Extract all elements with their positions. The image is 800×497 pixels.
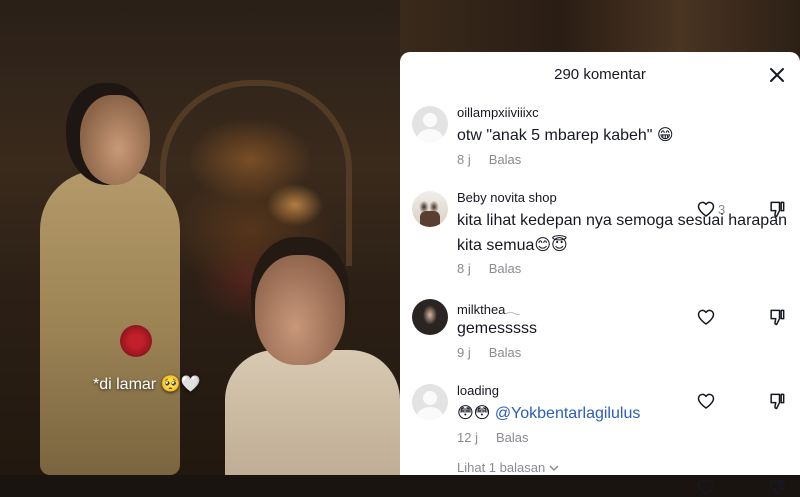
reply-button[interactable]: Balas: [496, 430, 529, 445]
comments-count-title: 290 komentar: [554, 66, 646, 83]
comment-time: 12 j: [457, 430, 478, 445]
heart-icon[interactable]: [696, 477, 716, 497]
rose: [120, 325, 152, 357]
close-icon: [770, 68, 784, 82]
close-button[interactable]: [766, 64, 788, 86]
view-replies-button[interactable]: Lihat 1 balasan: [457, 460, 559, 475]
default-avatar[interactable]: [412, 384, 448, 420]
comment-time: 8 j: [457, 152, 471, 167]
video-top-strip: [400, 0, 800, 60]
chevron-down-icon: [549, 465, 559, 471]
photo-avatar[interactable]: [412, 191, 448, 227]
reply-button[interactable]: Balas: [489, 152, 522, 167]
comment-time: 8 j: [457, 261, 471, 276]
default-avatar[interactable]: [412, 106, 448, 142]
comment-username[interactable]: loading: [457, 383, 499, 398]
man-figure: [225, 350, 400, 475]
video-caption-text: *di lamar: [93, 376, 157, 393]
dislike-icon[interactable]: [767, 477, 787, 497]
comment-text: 😳😳 @Yokbentarlagilulus: [457, 400, 787, 426]
mention-link[interactable]: @Yokbentarlagilulus: [495, 405, 641, 422]
comment-time: 9 j: [457, 345, 471, 360]
comment-meta: 8 j Balas: [457, 261, 521, 276]
video-caption-emoji: 🥺🤍: [160, 374, 201, 393]
comment-text: kita lihat kedepan nya semoga sesuai har…: [457, 212, 787, 254]
comment-meta: 12 j Balas: [457, 430, 529, 445]
reply-button[interactable]: Balas: [489, 261, 522, 276]
background-arch: [160, 80, 352, 266]
comment-text: gemesssss: [457, 320, 538, 337]
reply-button[interactable]: Balas: [489, 345, 522, 360]
video-caption: *di lamar 🥺🤍: [93, 374, 200, 394]
comment-meta: 8 j Balas: [457, 152, 521, 167]
man-head: [255, 255, 345, 365]
woman-head: [80, 95, 150, 185]
comment-meta: 9 j Balas: [457, 345, 521, 360]
comments-panel: 290 komentar oillampxiiviiixc otw "anak …: [400, 52, 800, 496]
view-replies-label: Lihat 1 balasan: [457, 460, 546, 475]
comment-emoji: 😳😳: [457, 403, 491, 422]
dark-photo-avatar[interactable]: [412, 299, 448, 335]
comment-username[interactable]: Beby novita shop: [457, 190, 557, 205]
comment-text: otw "anak 5 mbarep kabeh" 😁: [457, 127, 674, 144]
comment-username[interactable]: oillampxiiviiixc: [457, 105, 539, 120]
woman-figure: [40, 170, 180, 475]
